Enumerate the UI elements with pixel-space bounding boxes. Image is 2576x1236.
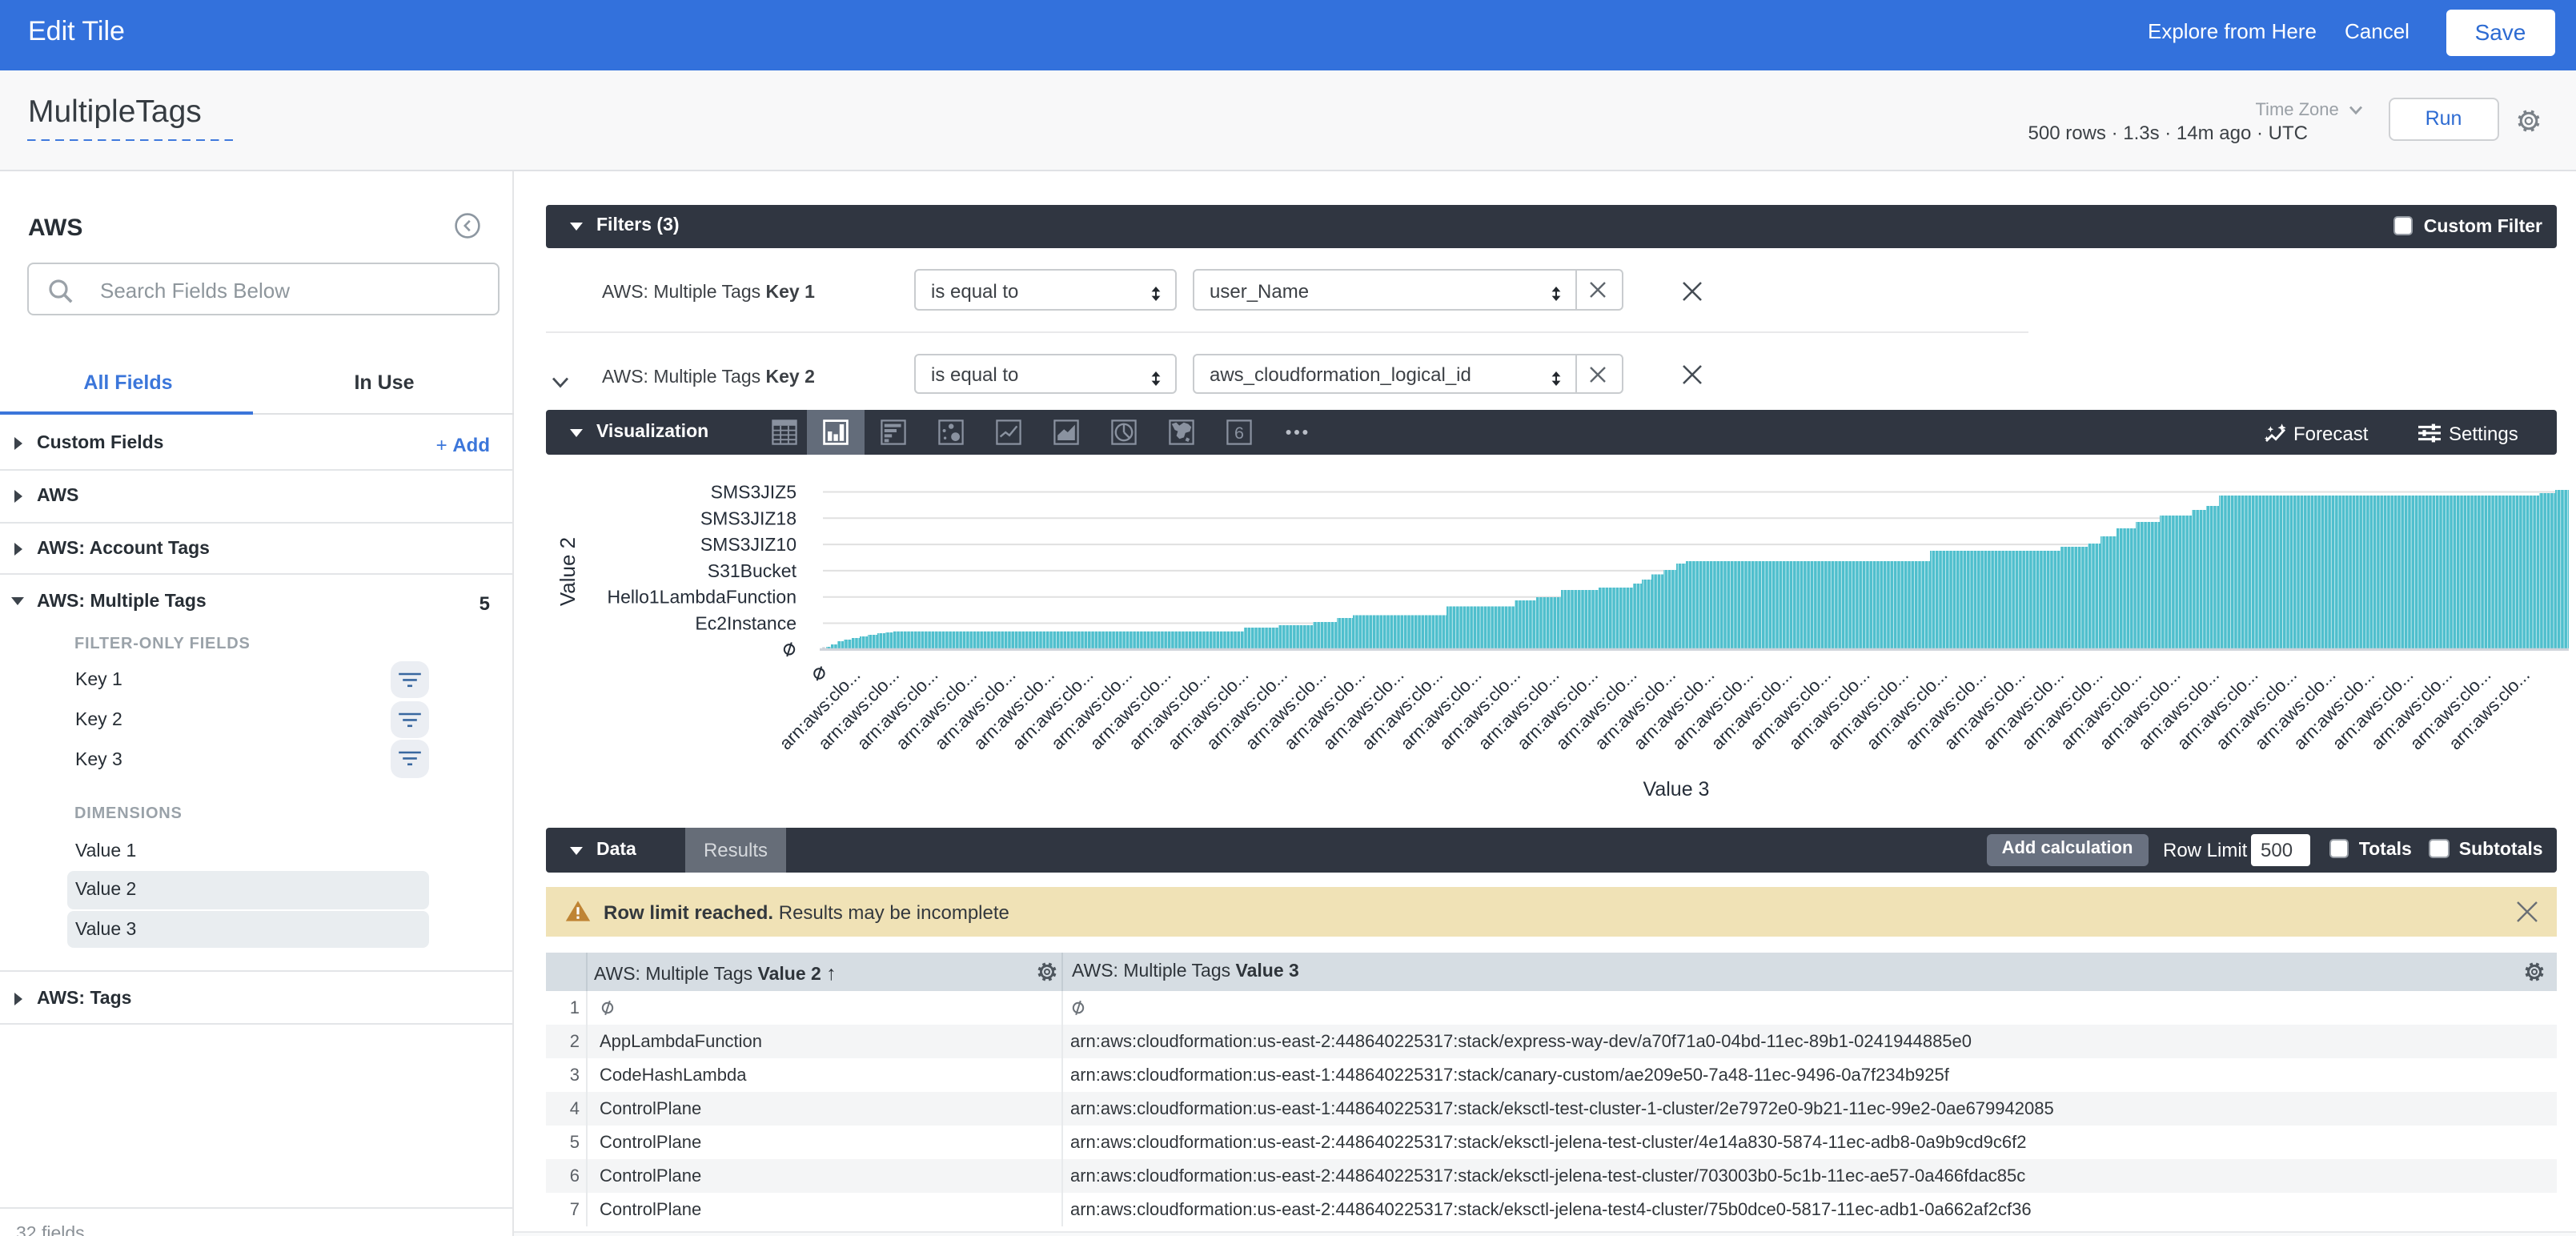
svg-text:SMS3JIZ18: SMS3JIZ18: [700, 508, 796, 528]
svg-text:Value 3: Value 3: [1643, 778, 1710, 801]
svg-text:Ec2Instance: Ec2Instance: [695, 613, 796, 634]
svg-text:Hello1LambdaFunction: Hello1LambdaFunction: [607, 587, 796, 608]
svg-text:SMS3JIZ10: SMS3JIZ10: [700, 534, 796, 555]
svg-text:Value 2: Value 2: [556, 537, 580, 606]
svg-text:6: 6: [1234, 423, 1244, 443]
svg-text:SMS3JIZ5: SMS3JIZ5: [711, 482, 796, 503]
svg-text:S31Bucket: S31Bucket: [708, 560, 797, 581]
